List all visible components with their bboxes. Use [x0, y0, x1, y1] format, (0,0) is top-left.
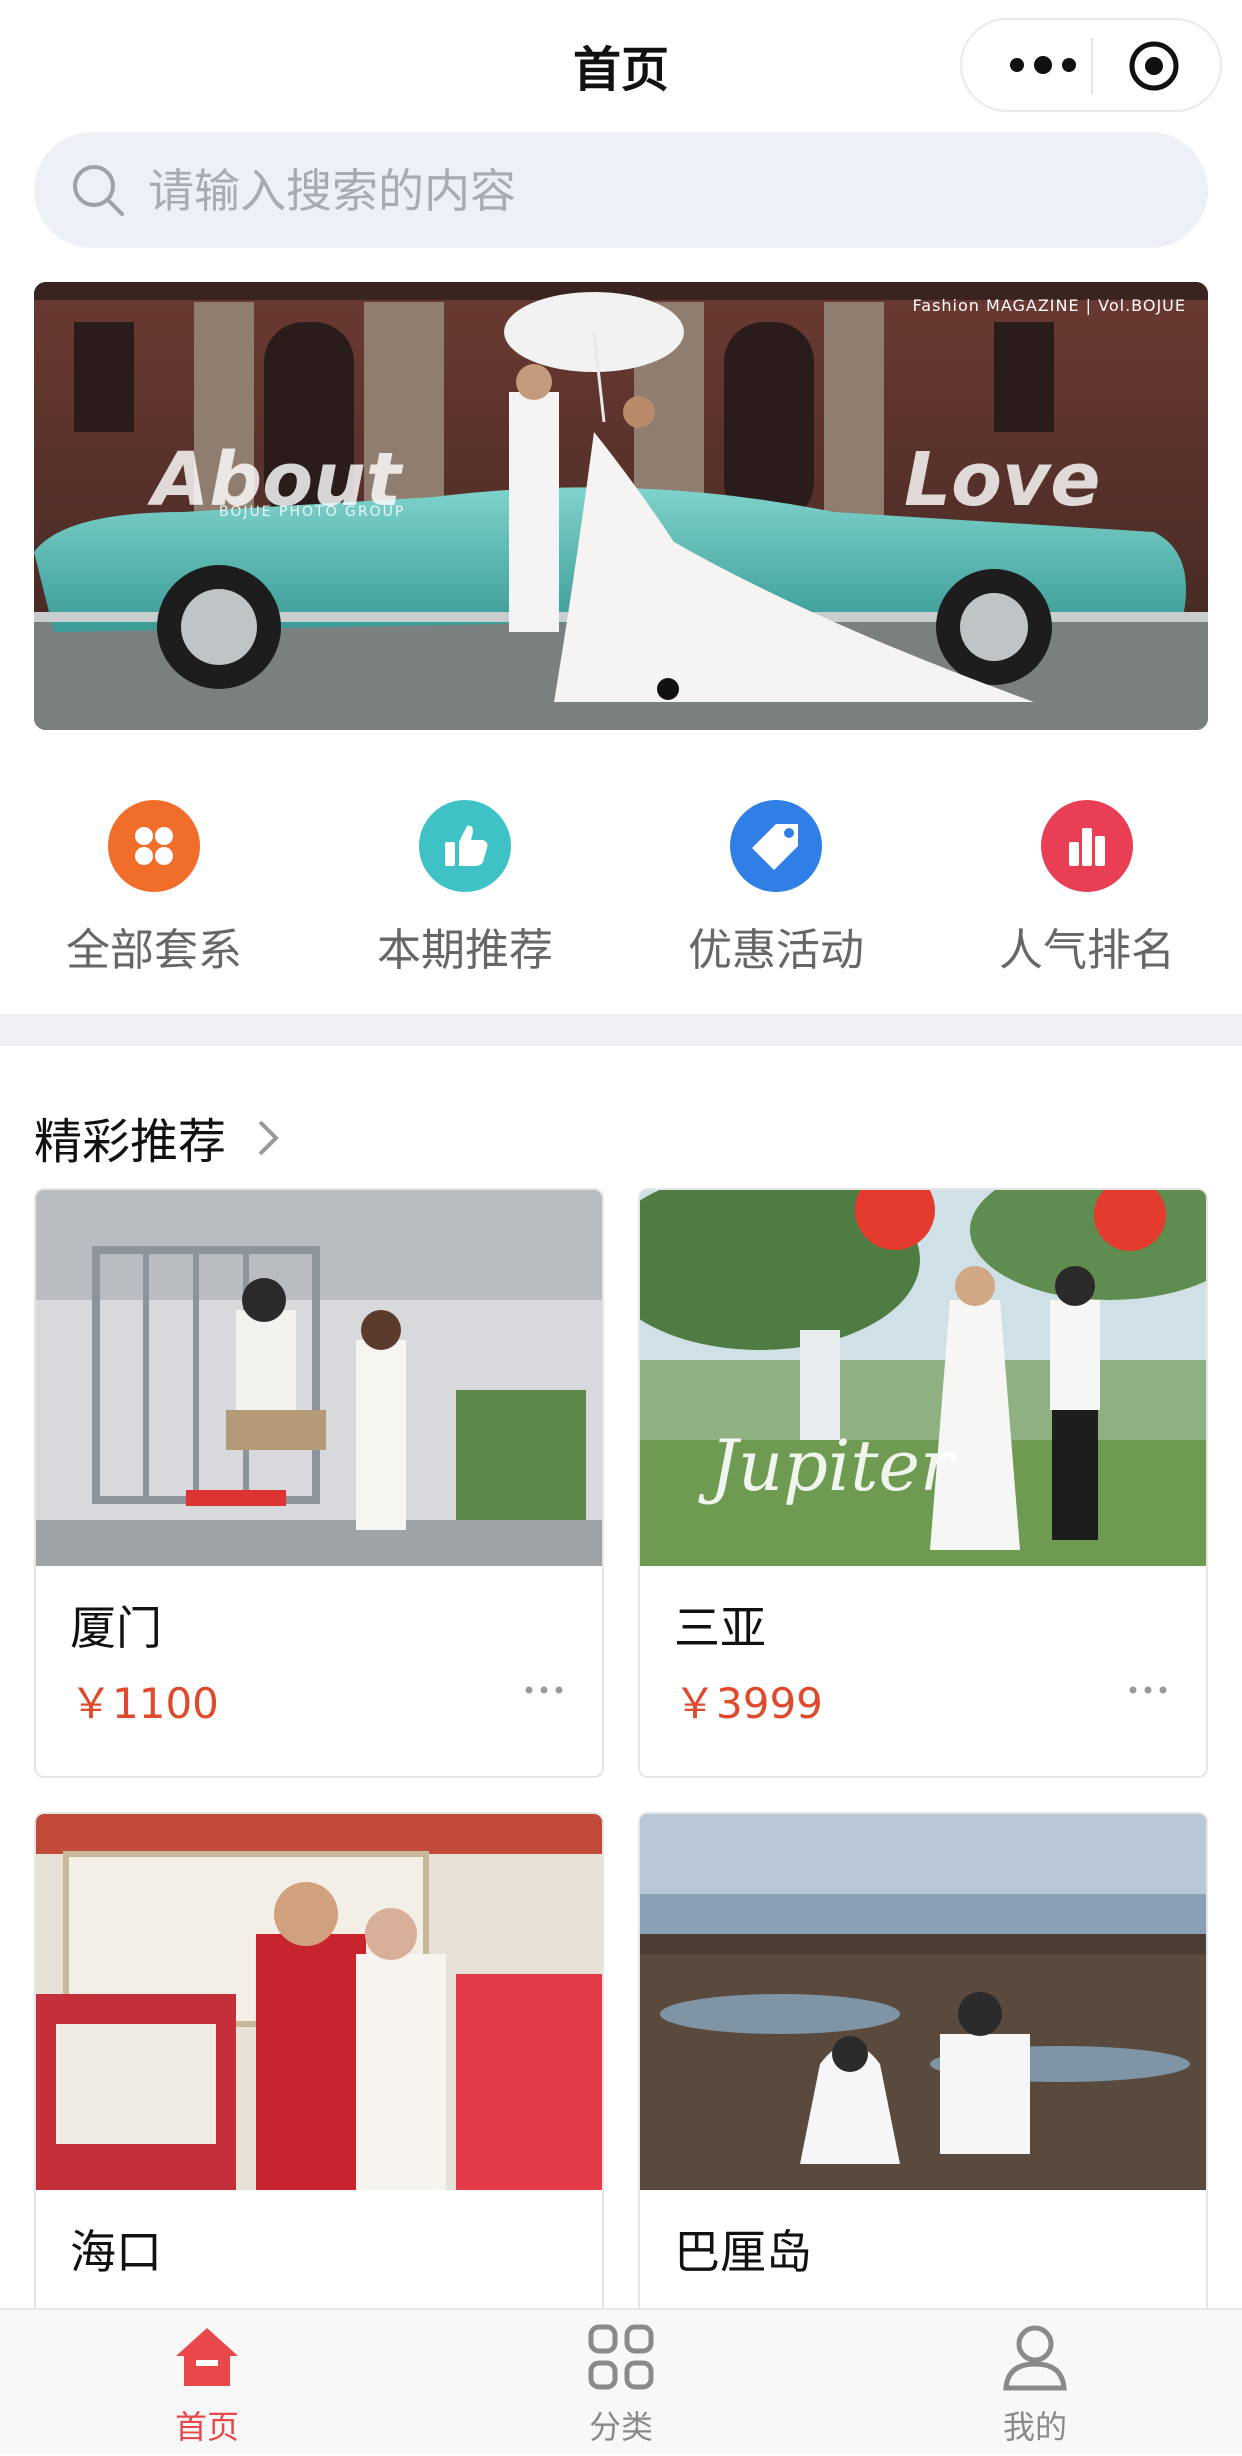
- more-dots-icon[interactable]: [1000, 44, 1086, 86]
- tab-home[interactable]: 首页: [0, 2310, 414, 2456]
- search-icon: [73, 165, 124, 216]
- svg-text:Jupiter: Jupiter: [698, 1425, 957, 1507]
- capsule-divider: [1091, 38, 1093, 94]
- banner-subtitle: BOJUE PHOTO GROUP: [219, 504, 406, 520]
- card-price: ￥1100: [70, 1679, 219, 1728]
- card-photo: Jupiter: [640, 1190, 1206, 1566]
- section-title[interactable]: 精彩推荐: [34, 1102, 226, 1172]
- more-dots-icon[interactable]: [524, 1684, 564, 1696]
- quick-item-label: 优惠活动: [688, 925, 864, 976]
- quick-item-ranking[interactable]: 人气排名: [967, 790, 1207, 990]
- card-photo: [640, 1814, 1206, 2190]
- card-photo: [36, 1190, 602, 1566]
- home-icon: [176, 2328, 238, 2386]
- tab-label: 我的: [1002, 2408, 1067, 2446]
- banner-carousel[interactable]: Fashion MAGAZINE | Vol.BOJUE About Love …: [34, 282, 1208, 730]
- banner-title-right: Love: [904, 437, 1101, 523]
- thumbs-up-icon: [419, 800, 511, 892]
- quick-item-label: 人气排名: [999, 925, 1175, 976]
- tag-icon: [730, 800, 822, 892]
- carousel-indicator-dot[interactable]: [657, 678, 679, 700]
- search-bar[interactable]: [34, 132, 1208, 248]
- category-grid-icon: [588, 2324, 654, 2390]
- navigation-bar: 首页: [0, 0, 1242, 132]
- quick-menu: 全部套系 本期推荐 优惠活动 人气排名: [0, 790, 1242, 990]
- quick-item-recommend[interactable]: 本期推荐: [345, 790, 585, 990]
- card-title: 巴厘岛: [674, 2225, 812, 2279]
- chevron-right-icon[interactable]: [252, 1114, 282, 1162]
- card-price: ￥3999: [674, 1679, 823, 1728]
- tab-label: 首页: [174, 2408, 239, 2446]
- banner-magazine-text: Fashion MAGAZINE | Vol.BOJUE: [912, 296, 1186, 315]
- tab-label: 分类: [588, 2408, 653, 2446]
- card-title: 海口: [70, 2225, 162, 2279]
- package-card-xiamen[interactable]: 厦门 ￥1100: [34, 1188, 604, 1778]
- mini-program-capsule: [960, 18, 1222, 112]
- section-divider: [0, 1014, 1242, 1046]
- grid-four-icon: [108, 800, 200, 892]
- quick-item-label: 全部套系: [66, 925, 242, 976]
- card-title: 三亚: [674, 1601, 766, 1655]
- quick-item-label: 本期推荐: [377, 925, 553, 976]
- more-dots-icon[interactable]: [1128, 1684, 1168, 1696]
- search-input[interactable]: [146, 158, 1150, 224]
- card-title: 厦门: [70, 1601, 162, 1655]
- quick-item-promotions[interactable]: 优惠活动: [656, 790, 896, 990]
- package-card-sanya[interactable]: Jupiter 三亚 ￥3999: [638, 1188, 1208, 1778]
- tab-mine[interactable]: 我的: [828, 2310, 1242, 2456]
- target-circle-icon[interactable]: [1128, 40, 1180, 92]
- card-photo: [36, 1814, 602, 2190]
- bar-chart-icon: [1041, 800, 1133, 892]
- tab-category[interactable]: 分类: [414, 2310, 828, 2456]
- quick-item-all-packages[interactable]: 全部套系: [34, 790, 274, 990]
- tab-bar: 首页 分类 我的: [0, 2308, 1242, 2454]
- user-icon: [1003, 2325, 1067, 2391]
